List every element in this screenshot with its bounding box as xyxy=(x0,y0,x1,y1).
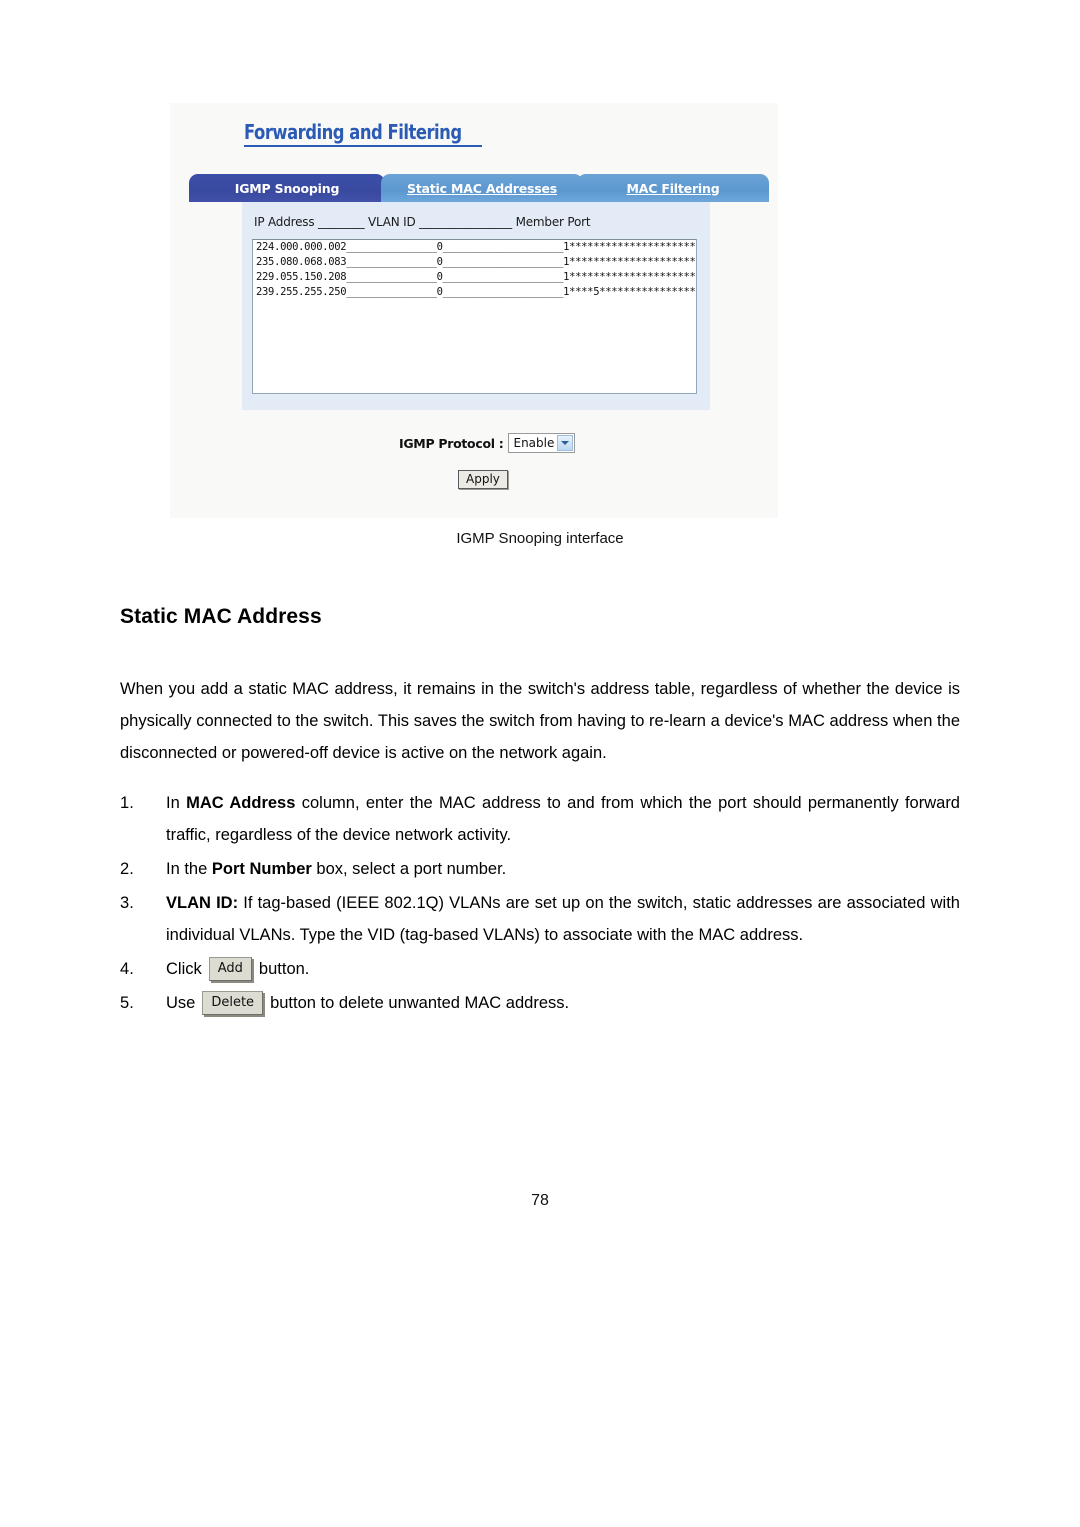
page-title: Static MAC Address xyxy=(120,605,322,628)
igmp-content-panel: IP Address ________ VLAN ID ____________… xyxy=(242,202,710,410)
step-item-3: VLAN ID: If tag-based (IEEE 802.1Q) VLAN… xyxy=(120,887,960,951)
step-3-term: VLAN ID: xyxy=(166,894,239,912)
apply-button[interactable]: Apply xyxy=(458,470,508,489)
step-5-prefix: Use xyxy=(166,994,196,1012)
chevron-down-icon[interactable] xyxy=(557,435,574,451)
add-button[interactable]: Add xyxy=(208,956,252,981)
tab-mac-filtering[interactable]: MAC Filtering xyxy=(577,174,769,202)
igmp-protocol-label: IGMP Protocol : xyxy=(399,435,504,451)
igmp-protocol-select[interactable]: Enable xyxy=(508,433,576,453)
tab-static-mac-addresses[interactable]: Static MAC Addresses xyxy=(381,174,583,202)
screenshot-title: Forwarding and Filtering xyxy=(244,120,462,144)
column-header-row: IP Address ________ VLAN ID ____________… xyxy=(254,215,591,229)
screenshot-title-underline xyxy=(244,145,482,147)
document-body: Static MAC Address When you add a static… xyxy=(120,605,960,1021)
steps-list: In MAC Address column, enter the MAC add… xyxy=(120,787,960,1019)
table-row[interactable]: 235.080.068.083_______________0_________… xyxy=(253,255,696,270)
igmp-protocol-value: Enable xyxy=(513,436,555,450)
step-2-term: Port Number xyxy=(211,860,312,878)
tab-mac-filtering-label: MAC Filtering xyxy=(626,180,720,196)
step-item-1: In MAC Address column, enter the MAC add… xyxy=(120,787,960,851)
step-item-4: Click Add button. xyxy=(120,953,960,985)
table-row[interactable]: 229.055.150.208_______________0_________… xyxy=(253,270,696,285)
step-2-text: box, select a port number. xyxy=(311,860,507,878)
igmp-group-listbox[interactable]: 224.000.000.002_______________0_________… xyxy=(252,239,697,394)
table-row[interactable]: 224.000.000.002_______________0_________… xyxy=(253,240,696,255)
igmp-protocol-row: IGMP Protocol : Enable xyxy=(399,433,576,453)
delete-button[interactable]: Delete xyxy=(202,990,264,1015)
igmp-snooping-screenshot: Forwarding and Filtering IGMP Snooping S… xyxy=(170,103,778,518)
step-5-text: button to delete unwanted MAC address. xyxy=(270,994,570,1012)
tab-igmp-snooping-label: IGMP Snooping xyxy=(234,180,340,196)
step-item-2: In the Port Number box, select a port nu… xyxy=(120,853,960,885)
table-row[interactable]: 239.255.255.250_______________0_________… xyxy=(253,285,696,300)
step-2-prefix: In the xyxy=(166,860,212,878)
step-1-term: MAC Address xyxy=(186,794,296,812)
tab-igmp-snooping[interactable]: IGMP Snooping xyxy=(189,174,385,202)
step-item-5: Use Delete button to delete unwanted MAC a… xyxy=(120,987,960,1019)
step-4-text: button. xyxy=(258,960,310,978)
apply-button-wrap: Apply xyxy=(458,470,508,489)
tab-static-mac-addresses-label: Static MAC Addresses xyxy=(406,180,558,196)
intro-paragraph: When you add a static MAC address, it re… xyxy=(120,680,960,762)
tab-bar: IGMP Snooping Static MAC Addresses MAC F… xyxy=(189,174,769,202)
step-1-prefix: In xyxy=(166,794,187,812)
step-4-prefix: Click xyxy=(166,960,202,978)
page-number: 78 xyxy=(531,1192,549,1209)
step-3-text: If tag-based (IEEE 802.1Q) VLANs are set… xyxy=(166,894,960,944)
figure-caption: IGMP Snooping interface xyxy=(456,530,624,547)
